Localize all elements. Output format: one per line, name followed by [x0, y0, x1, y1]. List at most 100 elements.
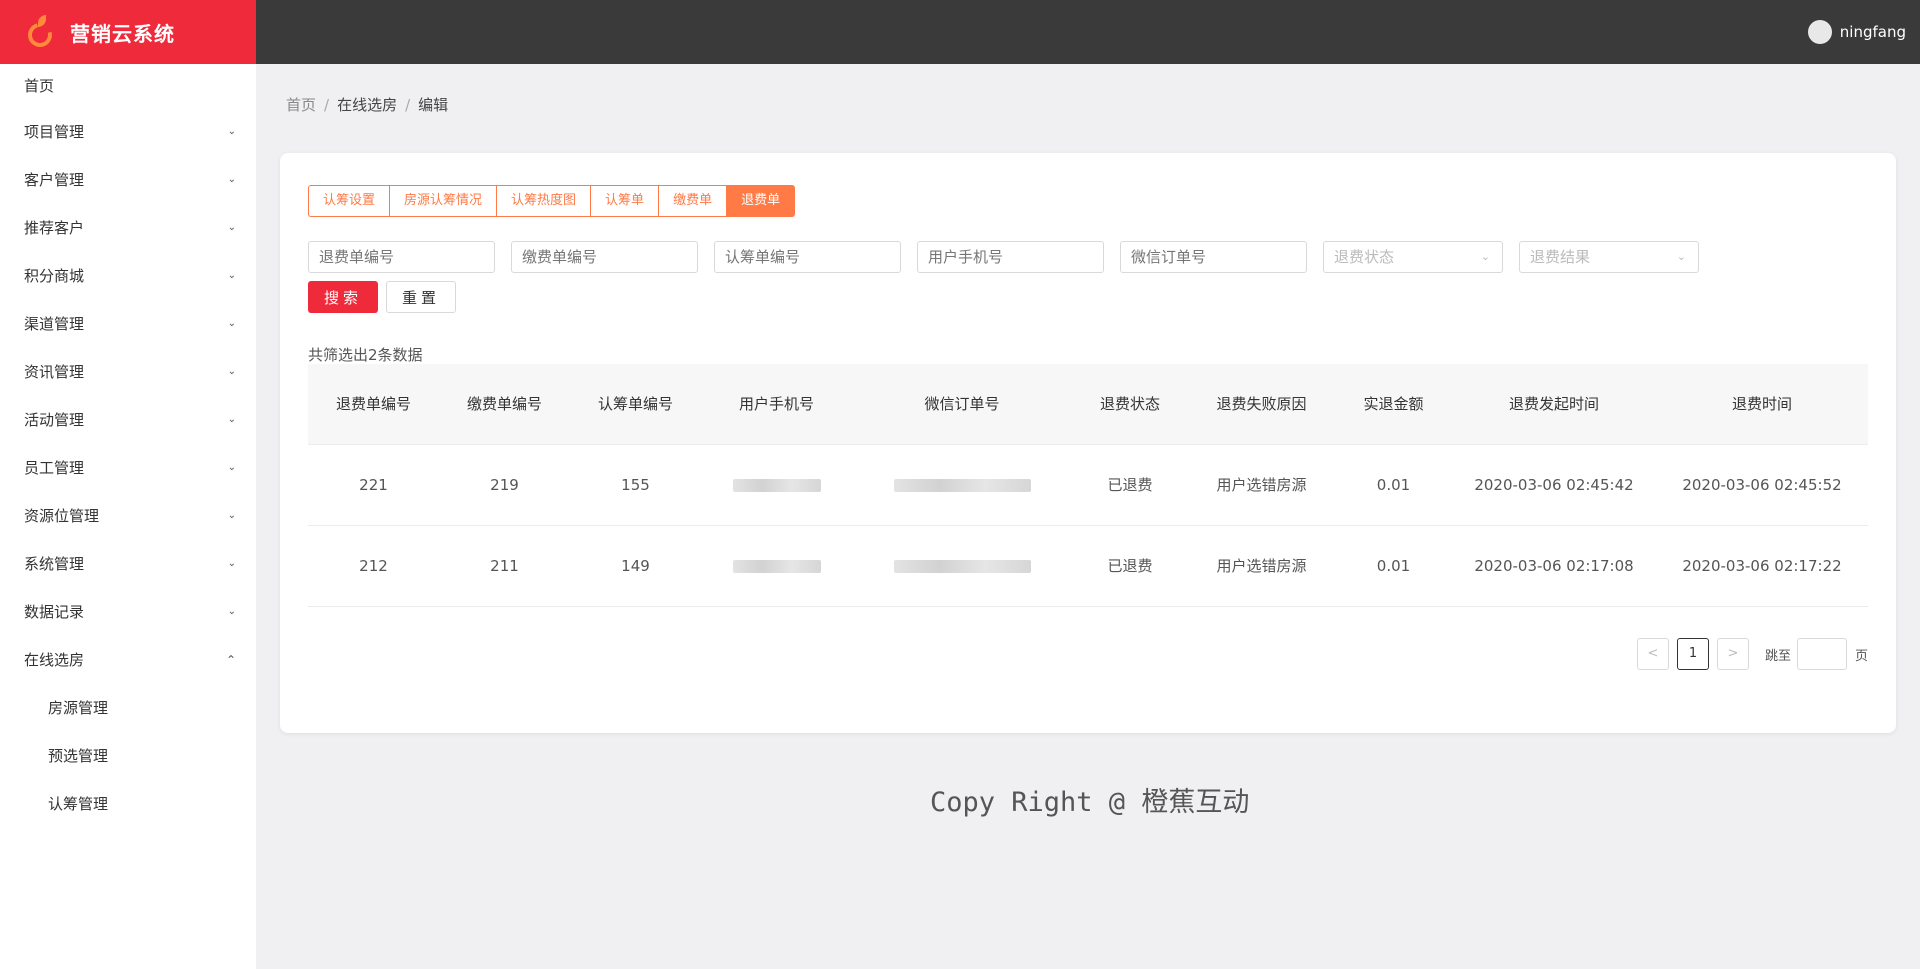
wechat-order-cell [852, 444, 1072, 526]
sidebar-item-points-mall[interactable]: 积分商城 ⌄ [0, 252, 256, 300]
refund-result-select[interactable]: 退费结果 ⌄ [1519, 241, 1699, 273]
tab-subscription-heatmap[interactable]: 认筹热度图 [496, 185, 592, 217]
chevron-down-icon: ⌄ [227, 558, 236, 569]
sidebar-item-label: 系统管理 [24, 555, 85, 573]
wechat-order-cell [852, 525, 1072, 607]
payment-no-cell: 211 [439, 525, 570, 607]
app-title: 营销云系统 [70, 21, 175, 46]
jump-label: 跳至 [1764, 648, 1791, 664]
chevron-down-icon: ⌄ [227, 414, 236, 425]
sidebar-item-system[interactable]: 系统管理 ⌄ [0, 540, 256, 588]
top-bar: ningfang [256, 0, 1920, 64]
wechat-order-input[interactable] [1120, 241, 1307, 273]
page-jump-input[interactable] [1796, 638, 1847, 670]
redacted-order-number [893, 559, 1031, 573]
result-count: 共筛选出2条数据 [308, 346, 423, 364]
tab-listing-subscription-status[interactable]: 房源认筹情况 [389, 185, 498, 217]
phone-input[interactable] [917, 241, 1104, 273]
page-button-current[interactable]: 1 [1676, 638, 1709, 670]
amount-cell: 0.01 [1335, 525, 1452, 607]
reset-button[interactable]: 重置 [386, 281, 456, 313]
column-header: 用户手机号 [701, 364, 852, 445]
sidebar-item-staff[interactable]: 员工管理 ⌄ [0, 444, 256, 492]
sidebar-item-activities[interactable]: 活动管理 ⌄ [0, 396, 256, 444]
sidebar-item-projects[interactable]: 项目管理 ⌄ [0, 108, 256, 156]
chevron-down-icon: ⌄ [1480, 250, 1490, 263]
sidebar-item-label: 资讯管理 [24, 363, 85, 381]
refund-no-cell: 221 [308, 444, 439, 526]
column-header: 缴费单编号 [439, 364, 570, 445]
sidebar-subitem-subscriptions[interactable]: 认筹管理 [0, 780, 256, 828]
pagination: < 1 > 跳至 页 [1629, 638, 1868, 670]
start-time-cell: 2020-03-06 02:45:42 [1452, 444, 1656, 526]
phone-cell [701, 525, 852, 607]
payment-no-input[interactable] [511, 241, 698, 273]
table-row: 212 211 149 已退费 用户选错房源 0.01 2020-03-06 0… [308, 525, 1868, 607]
avatar[interactable] [1807, 20, 1832, 44]
table-header-row: 退费单编号 缴费单编号 认筹单编号 用户手机号 微信订单号 退费状态 退费失败原… [308, 364, 1868, 445]
phone-cell [701, 444, 852, 526]
sidebar-item-label: 推荐客户 [24, 219, 85, 237]
column-header: 退费单编号 [308, 364, 439, 445]
column-header: 退费状态 [1072, 364, 1188, 445]
refund-status-select[interactable]: 退费状态 ⌄ [1323, 241, 1503, 273]
tab-refund-orders[interactable]: 退费单 [726, 185, 796, 217]
tab-bar: 认筹设置 房源认筹情况 认筹热度图 认筹单 缴费单 退费单 [308, 185, 796, 217]
breadcrumb-current: 编辑 [418, 96, 449, 114]
payment-no-cell: 219 [439, 444, 570, 526]
breadcrumb: 首页 / 在线选房 / 编辑 [286, 94, 448, 115]
refund-table: 退费单编号 缴费单编号 认筹单编号 用户手机号 微信订单号 退费状态 退费失败原… [308, 364, 1868, 607]
search-button[interactable]: 搜索 [308, 281, 378, 313]
breadcrumb-section[interactable]: 在线选房 [337, 96, 397, 114]
tab-subscription-orders[interactable]: 认筹单 [590, 185, 660, 217]
start-time-cell: 2020-03-06 02:17:08 [1452, 525, 1656, 607]
refund-no-input[interactable] [308, 241, 495, 273]
page-unit-label: 页 [1854, 648, 1868, 664]
app-logo-icon [23, 15, 58, 52]
chevron-down-icon: ⌄ [1676, 250, 1686, 263]
column-header: 实退金额 [1335, 364, 1452, 445]
sidebar-item-label: 首页 [24, 77, 55, 95]
sidebar-item-label: 客户管理 [24, 171, 85, 189]
sidebar-item-home[interactable]: 首页 [0, 64, 256, 108]
sidebar-subitem-preselection[interactable]: 预选管理 [0, 732, 256, 780]
next-page-button[interactable]: > [1716, 638, 1749, 670]
sidebar-item-label: 员工管理 [24, 459, 85, 477]
tab-subscription-settings[interactable]: 认筹设置 [308, 185, 391, 217]
tab-payment-orders[interactable]: 缴费单 [658, 185, 728, 217]
sidebar-item-data-records[interactable]: 数据记录 ⌄ [0, 588, 256, 636]
footer-copyright: Copy Right @ 橙蕉互动 [930, 787, 1250, 818]
breadcrumb-separator: / [405, 96, 411, 114]
sidebar-item-label: 项目管理 [24, 123, 85, 141]
sidebar-item-label: 渠道管理 [24, 315, 85, 333]
column-header: 微信订单号 [852, 364, 1072, 445]
prev-page-button[interactable]: < [1636, 638, 1669, 670]
refund-result-placeholder: 退费结果 [1530, 248, 1591, 266]
refund-time-cell: 2020-03-06 02:17:22 [1656, 525, 1868, 607]
breadcrumb-home[interactable]: 首页 [286, 96, 316, 114]
sidebar-item-channels[interactable]: 渠道管理 ⌄ [0, 300, 256, 348]
sidebar-item-label: 积分商城 [24, 267, 85, 285]
sidebar-item-customers[interactable]: 客户管理 ⌄ [0, 156, 256, 204]
reason-cell: 用户选错房源 [1188, 444, 1335, 526]
user-name[interactable]: ningfang [1840, 23, 1906, 41]
subscription-no-input[interactable] [714, 241, 901, 273]
sidebar-item-label: 在线选房 [24, 651, 85, 669]
refund-status-placeholder: 退费状态 [1334, 248, 1395, 266]
user-menu[interactable]: ningfang [1807, 20, 1906, 44]
chevron-down-icon: ⌄ [227, 222, 236, 233]
sidebar: 首页 项目管理 ⌄ 客户管理 ⌄ 推荐客户 ⌄ 积分商城 ⌄ 渠道管理 ⌄ 资讯管理 ⌄ 活… [0, 64, 256, 969]
column-header: 退费发起时间 [1452, 364, 1656, 445]
chevron-down-icon: ⌄ [227, 270, 236, 281]
sidebar-subitem-listings[interactable]: 房源管理 [0, 684, 256, 732]
chevron-down-icon: ⌄ [227, 318, 236, 329]
sidebar-item-resource-slots[interactable]: 资源位管理 ⌄ [0, 492, 256, 540]
column-header: 退费时间 [1656, 364, 1868, 445]
refund-time-cell: 2020-03-06 02:45:52 [1656, 444, 1868, 526]
sidebar-item-referrals[interactable]: 推荐客户 ⌄ [0, 204, 256, 252]
table-row: 221 219 155 已退费 用户选错房源 0.01 2020-03-06 0… [308, 444, 1868, 526]
app-logo-block[interactable]: 营销云系统 [0, 0, 256, 64]
subscription-no-cell: 155 [570, 444, 701, 526]
sidebar-item-online-selection[interactable]: 在线选房 ⌃ [0, 636, 256, 684]
sidebar-item-news[interactable]: 资讯管理 ⌄ [0, 348, 256, 396]
